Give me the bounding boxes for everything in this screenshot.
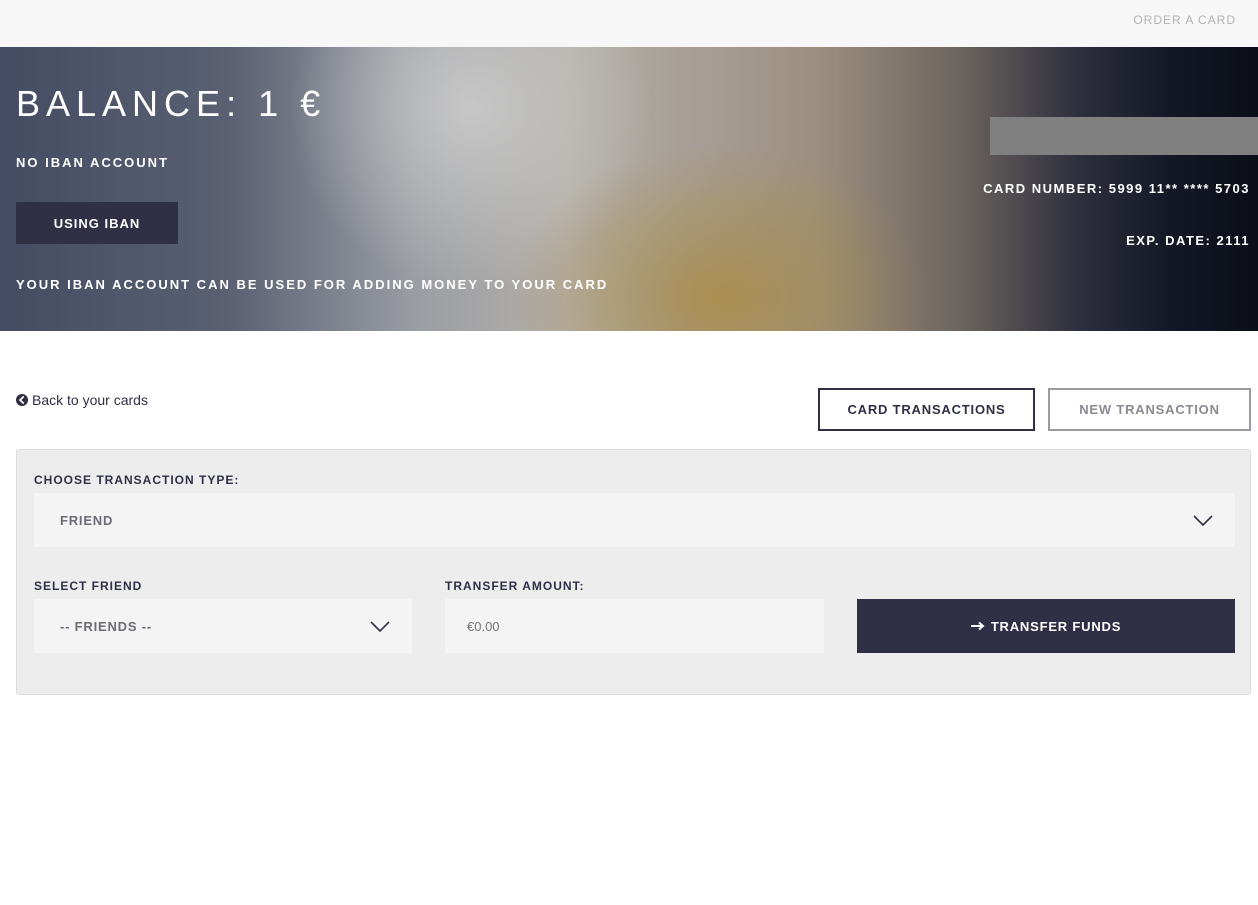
circle-arrow-left-icon: [16, 394, 28, 406]
friend-select[interactable]: -- FRIENDS --: [34, 599, 412, 653]
tab-new-transaction[interactable]: NEW TRANSACTION: [1048, 388, 1251, 431]
exp-date: EXP. DATE: 2111: [1126, 233, 1250, 248]
transfer-amount-label: TRANSFER AMOUNT:: [445, 579, 585, 593]
card-number: CARD NUMBER: 5999 11** **** 5703: [983, 181, 1250, 196]
back-to-cards-link[interactable]: Back to your cards: [16, 392, 148, 408]
iban-note: YOUR IBAN ACCOUNT CAN BE USED FOR ADDING…: [16, 277, 609, 292]
arrow-right-icon: [970, 619, 985, 634]
order-card-link[interactable]: ORDER A CARD: [1133, 13, 1236, 27]
tab-card-transactions[interactable]: CARD TRANSACTIONS: [818, 388, 1035, 431]
iban-status: NO IBAN ACCOUNT: [16, 155, 170, 170]
balance-heading: BALANCE: 1 €: [16, 83, 327, 124]
transfer-amount-input[interactable]: [445, 599, 824, 653]
transaction-type-select[interactable]: FRIEND: [34, 493, 1235, 547]
chevron-down-icon: [370, 620, 390, 633]
transaction-type-value: FRIEND: [60, 512, 114, 528]
back-label: Back to your cards: [32, 392, 148, 408]
transaction-form: CHOOSE TRANSACTION TYPE: FRIEND SELECT F…: [16, 449, 1251, 695]
redacted-block: [990, 117, 1258, 155]
transaction-type-label: CHOOSE TRANSACTION TYPE:: [34, 473, 240, 487]
friend-value: -- FRIENDS --: [60, 618, 152, 634]
transfer-funds-label: TRANSFER FUNDS: [990, 618, 1122, 634]
select-friend-label: SELECT FRIEND: [34, 579, 143, 593]
using-iban-button[interactable]: USING IBAN: [16, 202, 178, 244]
top-bar: ORDER A CARD: [0, 0, 1258, 47]
card-hero: BALANCE: 1 € NO IBAN ACCOUNT USING IBAN …: [0, 47, 1258, 331]
chevron-down-icon: [1193, 514, 1213, 527]
transfer-funds-button[interactable]: TRANSFER FUNDS: [857, 599, 1235, 653]
